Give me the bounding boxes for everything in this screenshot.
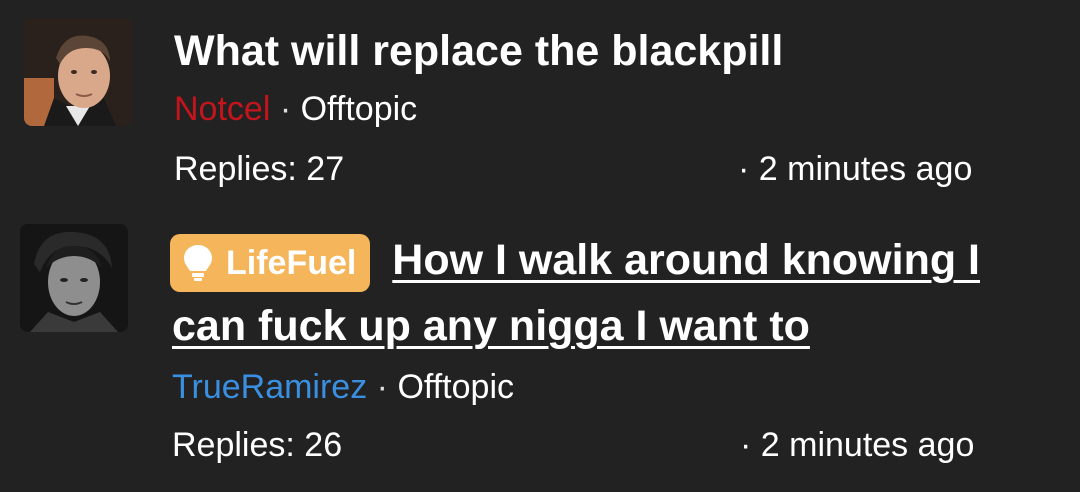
meta-separator: · bbox=[376, 368, 388, 406]
forum-link[interactable]: Offtopic bbox=[397, 368, 514, 406]
avatar-image bbox=[24, 18, 132, 126]
replies-count: Replies: 26 bbox=[172, 426, 343, 464]
thread-title[interactable]: LifeFuel How I walk around knowing I bbox=[170, 226, 980, 294]
last-post-time[interactable]: · 2 minutes ago bbox=[740, 424, 974, 466]
thread-title[interactable]: What will replace the blackpill bbox=[174, 17, 783, 85]
avatar-image bbox=[20, 224, 128, 332]
forum-link[interactable]: Offtopic bbox=[301, 90, 418, 128]
thread-item[interactable]: What will replace the blackpill Notcel ·… bbox=[0, 0, 1080, 200]
thread-title-line1[interactable]: How I walk around knowing I bbox=[392, 236, 980, 284]
author-link[interactable]: Notcel bbox=[174, 90, 270, 128]
author-link[interactable]: TrueRamirez bbox=[172, 368, 367, 406]
thread-meta: Notcel · Offtopic bbox=[174, 88, 417, 130]
lightbulb-icon bbox=[184, 244, 212, 281]
prefix-label: LifeFuel bbox=[226, 243, 357, 282]
meta-separator: · bbox=[279, 90, 292, 128]
avatar[interactable] bbox=[20, 224, 128, 332]
thread-meta: TrueRamirez · Offtopic bbox=[172, 366, 514, 408]
thread-item[interactable]: LifeFuel How I walk around knowing I can… bbox=[0, 200, 1080, 492]
replies-count: Replies: 27 bbox=[174, 150, 345, 188]
thread-title-line2[interactable]: can fuck up any nigga I want to bbox=[172, 292, 810, 360]
prefix-badge[interactable]: LifeFuel bbox=[170, 233, 371, 292]
avatar[interactable] bbox=[24, 18, 132, 126]
last-post-time[interactable]: · 2 minutes ago bbox=[738, 148, 972, 190]
